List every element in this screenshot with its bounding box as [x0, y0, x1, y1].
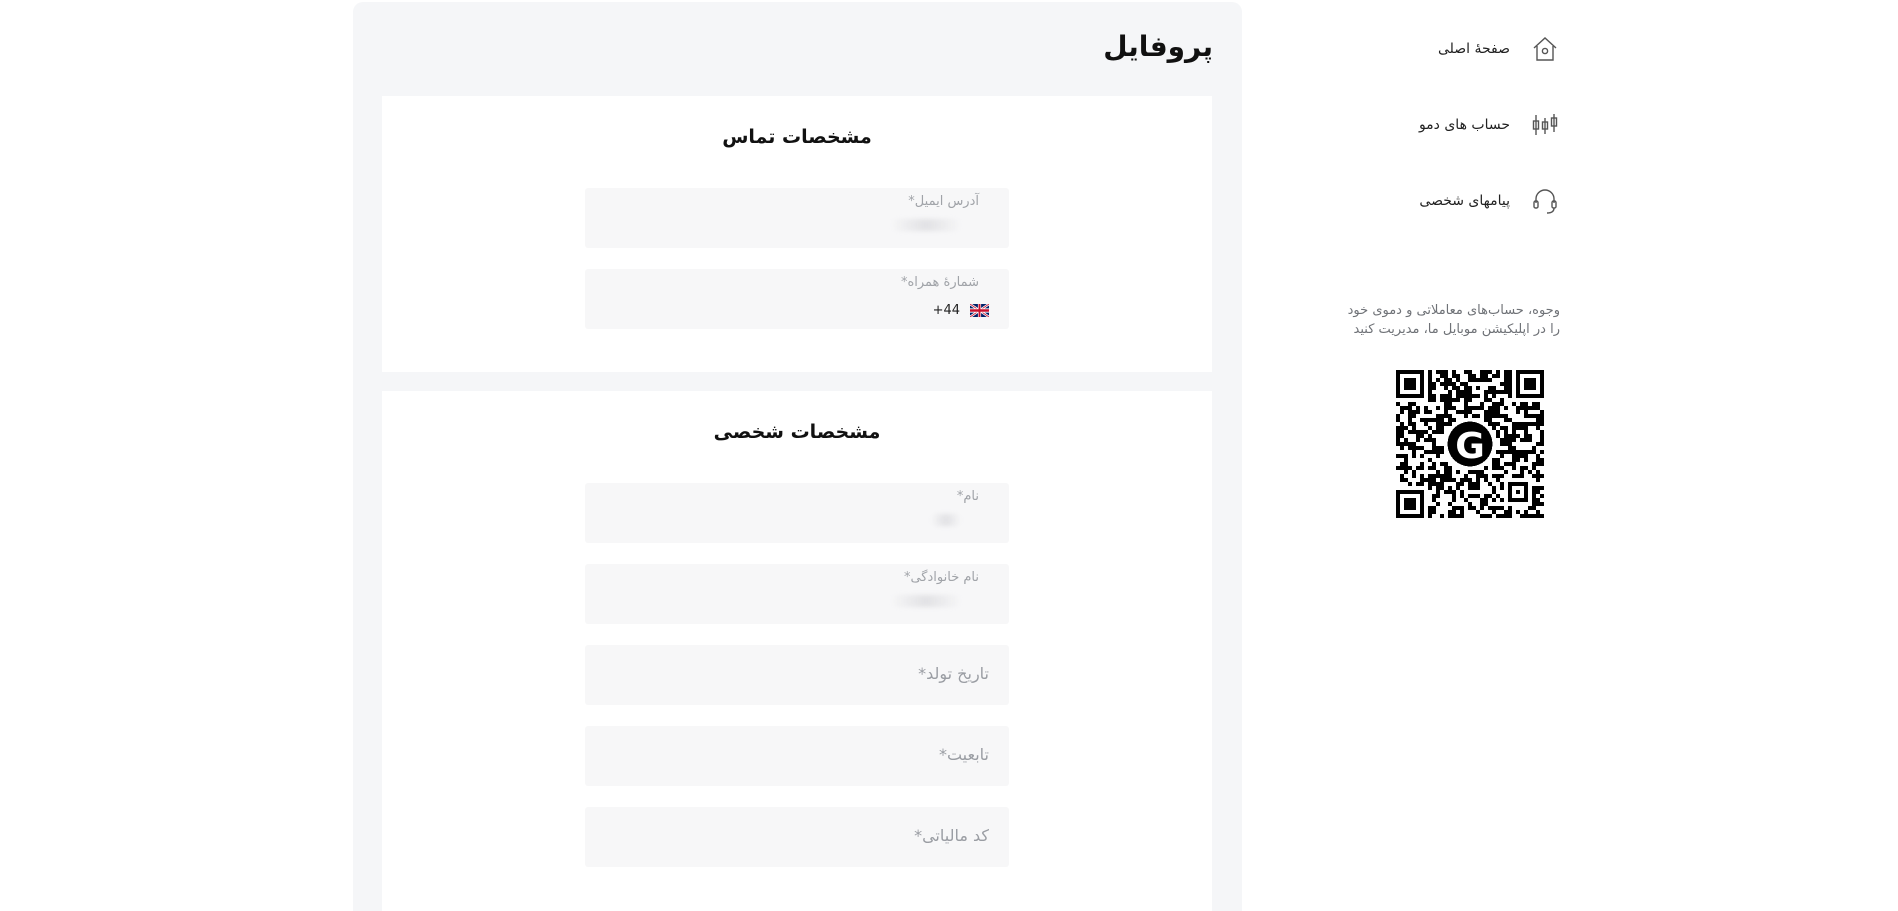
contact-details-card: مشخصات تماس آدرس ایمیل* شمارهٔ همراه* +4… [382, 96, 1212, 372]
sidebar-item-demo-label: حساب های دمو [1418, 117, 1510, 133]
last-name-field[interactable]: نام خانوادگی* [585, 564, 1009, 624]
qr-logo-letter: G [1455, 426, 1485, 467]
phone-country-code: +44 [932, 303, 960, 318]
tax-code-field[interactable]: کد مالیاتی* [585, 807, 1009, 867]
email-field-value-redacted [891, 219, 961, 231]
first-name-field[interactable]: نام* [585, 483, 1009, 543]
phone-value: +44 [933, 303, 989, 318]
personal-details-title: مشخصات شخصی [713, 421, 881, 443]
mobile-app-promo-text: وجوه، حساب‌های معاملاتی و دموی خود را در… [1347, 303, 1560, 337]
profile-panel: پروفایل مشخصات تماس آدرس ایمیل* شمارهٔ ه… [353, 2, 1242, 911]
last-name-value-redacted [891, 595, 961, 607]
candlestick-chart-icon [1532, 114, 1558, 135]
contact-details-title: مشخصات تماس [722, 126, 872, 148]
first-name-value-redacted [931, 514, 961, 526]
page-root: پروفایل مشخصات تماس آدرس ایمیل* شمارهٔ ه… [0, 0, 1898, 911]
sidebar-item-demo-accounts[interactable]: حساب های دمو [1419, 108, 1560, 142]
uk-flag-icon[interactable] [970, 304, 989, 317]
sidebar-item-messages-label: پیامهای شخصی [1419, 193, 1510, 209]
tax-code-placeholder: کد مالیاتی* [914, 826, 989, 845]
last-name-label: نام خانوادگی* [903, 570, 979, 585]
nationality-placeholder: تابعیت* [938, 745, 989, 764]
app-download-qr-code[interactable]: G [1396, 370, 1544, 518]
birth-date-field[interactable]: تاریخ تولد* [585, 645, 1009, 705]
phone-field[interactable]: شمارهٔ همراه* +44 [585, 269, 1009, 329]
headset-icon [1533, 189, 1557, 214]
sidebar-item-personal-messages[interactable]: پیامهای شخصی [1419, 184, 1560, 218]
sidebar-item-home-label: صفحهٔ اصلی [1437, 41, 1510, 57]
first-name-label: نام* [956, 489, 979, 504]
nationality-field[interactable]: تابعیت* [585, 726, 1009, 786]
personal-details-card: مشخصات شخصی نام* نام خانوادگی* تاریخ تول… [382, 391, 1212, 911]
phone-field-label: شمارهٔ همراه* [900, 275, 979, 290]
page-title: پروفایل [1103, 30, 1213, 63]
email-field-label: آدرس ایمیل* [908, 194, 979, 209]
home-icon [1533, 37, 1557, 61]
birth-date-placeholder: تاریخ تولد* [918, 664, 989, 683]
sidebar-item-home[interactable]: صفحهٔ اصلی [1438, 32, 1560, 66]
sidebar: صفحهٔ اصلی حساب های دمو پیامهای شخصی وجو… [1340, 0, 1560, 911]
email-field[interactable]: آدرس ایمیل* [585, 188, 1009, 248]
